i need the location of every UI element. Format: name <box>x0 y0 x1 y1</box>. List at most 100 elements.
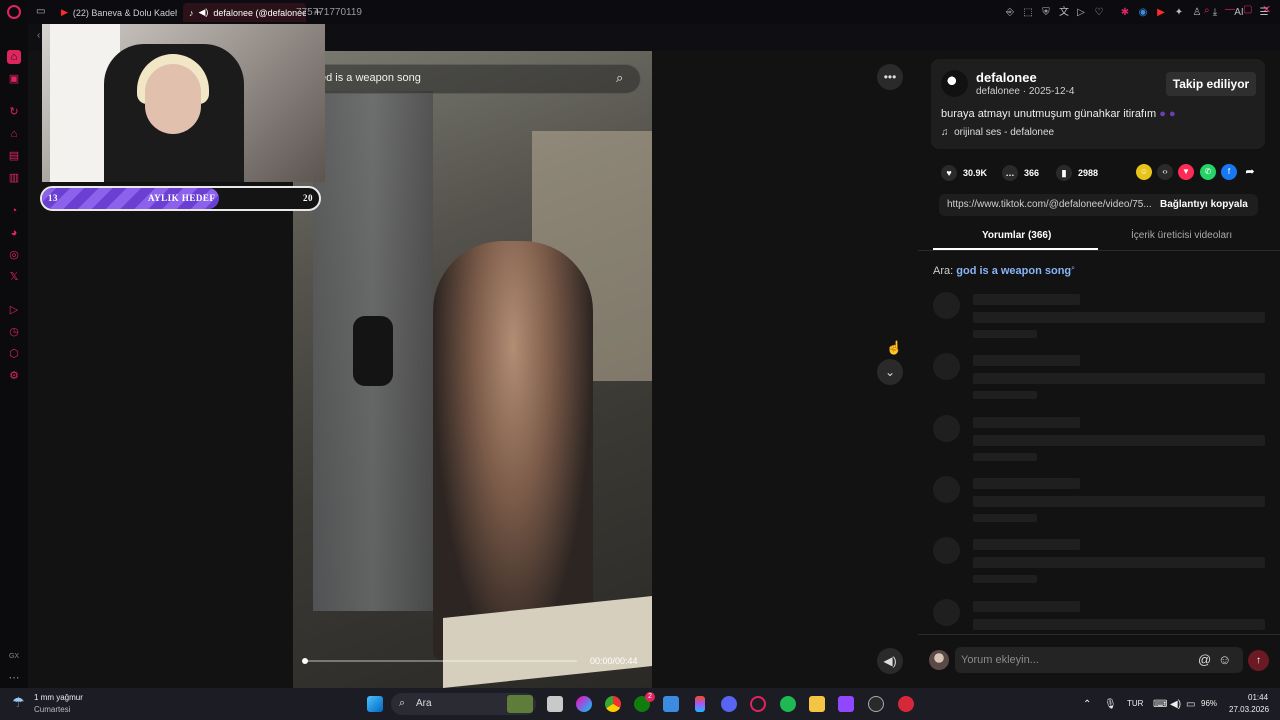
youtube-ext-icon[interactable]: ▶ <box>1154 6 1168 20</box>
tab-youtube[interactable]: ▶ (22) Baneva & Dolu Kadeh <box>55 3 177 22</box>
back-icon[interactable]: ‹ <box>37 30 40 41</box>
caption-text: buraya atmayı unutmuşum günahkar itirafı… <box>941 108 1157 120</box>
video-link[interactable]: https://www.tiktok.com/@defalonee/video/… <box>947 199 1153 210</box>
steam-like-icon[interactable] <box>868 696 884 712</box>
bookmark-icon[interactable]: ⎆ <box>1003 6 1017 20</box>
microphone-icon[interactable]: 🎙 <box>1104 699 1117 710</box>
skeleton-avatar <box>933 599 960 626</box>
clock-time[interactable]: 01:44 <box>1248 693 1268 702</box>
discord-icon[interactable] <box>721 696 737 712</box>
like-stat[interactable]: ♥ 30.9K <box>941 165 987 181</box>
x-icon[interactable]: 𝕏 <box>7 270 21 284</box>
follow-button[interactable]: Takip ediliyor <box>1166 72 1256 96</box>
home-icon[interactable]: ⌂ <box>7 50 21 64</box>
progress-handle[interactable] <box>302 658 308 664</box>
whatsapp-icon[interactable]: ◕ <box>7 226 21 240</box>
cube-icon[interactable]: ⬡ <box>7 347 21 361</box>
send-icon[interactable]: ▷ <box>1074 6 1088 20</box>
notes-icon[interactable]: ▥ <box>7 171 21 185</box>
send-share-icon[interactable]: ▼ <box>1178 164 1194 180</box>
emoji-icon[interactable]: ☺ <box>1218 652 1231 667</box>
heart-icon[interactable]: ♡ <box>1092 6 1106 20</box>
author-name[interactable]: defalonee <box>976 70 1037 85</box>
network-icon[interactable]: ⌨ <box>1153 699 1167 710</box>
send-comment-button[interactable]: ↑ <box>1248 650 1269 671</box>
skeleton-avatar <box>933 476 960 503</box>
messenger-icon[interactable]: ◔ <box>7 204 21 218</box>
ai-icon[interactable]: AI <box>1228 6 1250 20</box>
layers-icon[interactable]: ▤ <box>7 149 21 163</box>
tab-tiktok[interactable]: ♪ ◀) defalonee (@defalonee <box>183 3 306 22</box>
menu-icon[interactable]: ☰ <box>1257 6 1271 20</box>
weather-temp[interactable]: 1 mm yağmur <box>34 693 83 702</box>
facebook-share-icon[interactable]: f <box>1221 164 1237 180</box>
author-avatar[interactable] <box>941 70 968 97</box>
comment-search-hint[interactable]: Ara: god is a weapon song⌕ <box>933 265 1075 277</box>
window-icon[interactable]: ▣ <box>7 72 21 86</box>
embed-share-icon[interactable]: ‹› <box>1157 164 1173 180</box>
more-options-button[interactable]: ••• <box>877 64 903 90</box>
tab-overview-icon[interactable]: ▭ <box>36 6 45 17</box>
volume-button[interactable]: ◀) <box>877 648 903 674</box>
task-view-icon[interactable] <box>547 696 563 712</box>
video-progress-bar[interactable] <box>305 660 577 662</box>
settings-icon[interactable]: ⚙ <box>7 369 21 383</box>
windows-start-icon[interactable] <box>367 696 383 712</box>
friends-share-icon[interactable]: ☺ <box>1136 164 1152 180</box>
download-icon[interactable]: ⤓ <box>1208 6 1222 20</box>
skeleton-line <box>973 453 1037 461</box>
account-icon[interactable]: ♙ <box>1190 6 1204 20</box>
opera-sidebar-logo-icon[interactable] <box>7 5 21 19</box>
skeleton-line <box>973 557 1265 568</box>
red-app-icon[interactable] <box>898 696 914 712</box>
obs-like-icon[interactable] <box>838 696 854 712</box>
tab-comments[interactable]: Yorumlar (366) <box>982 230 1051 241</box>
figma-icon[interactable] <box>695 696 705 712</box>
store-icon[interactable] <box>663 696 679 712</box>
language-indicator[interactable]: TUR <box>1127 699 1143 708</box>
bag-icon[interactable]: ⌂ <box>7 127 21 141</box>
search-icon[interactable]: ⌕ <box>616 70 623 86</box>
tray-expand-icon[interactable]: ⌃ <box>1083 699 1091 710</box>
extension-blue-icon[interactable]: ◉ <box>1136 6 1150 20</box>
whatsapp-share-icon[interactable]: ✆ <box>1200 164 1216 180</box>
extension-red-icon[interactable]: ✱ <box>1118 6 1132 20</box>
history-icon[interactable]: ◷ <box>7 325 21 339</box>
sound-name: orijinal ses - defalonee <box>954 127 1055 138</box>
gx-label: GX <box>8 653 20 660</box>
video-player[interactable] <box>293 51 652 688</box>
clock-date[interactable]: 27.03.2026 <box>1229 705 1269 714</box>
copy-link-button[interactable]: Bağlantıyı kopyala <box>1160 199 1248 210</box>
copilot-icon[interactable] <box>576 696 592 712</box>
shield-icon[interactable]: ⛨ <box>1039 6 1053 20</box>
search-query[interactable]: god is a weapon song <box>956 265 1071 277</box>
chrome-like-icon[interactable] <box>605 696 621 712</box>
refresh-icon[interactable]: ↻ <box>7 105 21 119</box>
opera-gx-icon[interactable] <box>750 696 766 712</box>
battery-percent: 96% <box>1201 699 1218 708</box>
more-icon[interactable]: ⋯ <box>7 671 21 685</box>
user-avatar[interactable] <box>929 650 949 670</box>
comment-stat[interactable]: … 366 <box>1002 165 1039 181</box>
url-field[interactable]: 775771770119 <box>296 7 362 18</box>
file-explorer-icon[interactable] <box>809 696 825 712</box>
save-stat[interactable]: ▮ 2988 <box>1056 165 1098 181</box>
puzzle-icon[interactable]: ✦ <box>1172 6 1186 20</box>
spotify-icon[interactable] <box>780 696 796 712</box>
tab-creator-videos[interactable]: İçerik üreticisi videoları <box>1131 230 1232 241</box>
screenshot-icon[interactable]: ⬚ <box>1021 6 1035 20</box>
volume-tray-icon[interactable]: ◀) <box>1170 699 1181 710</box>
battery-icon[interactable]: ▭ <box>1186 699 1195 710</box>
mention-icon[interactable]: @ <box>1198 652 1211 667</box>
translate-icon[interactable]: 文 <box>1057 6 1071 20</box>
search-small-icon: ⌕ <box>1071 265 1076 272</box>
weather-icon[interactable]: ☂ <box>12 694 25 711</box>
skeleton-line <box>973 373 1265 384</box>
video-search-text[interactable]: ed is a weapon song <box>320 72 421 84</box>
sound-row[interactable]: ♫ orijinal ses - defalonee <box>941 127 1054 138</box>
instagram-icon[interactable]: ◎ <box>7 248 21 262</box>
next-video-button[interactable]: ⌄ <box>877 359 903 385</box>
play-icon[interactable]: ▷ <box>7 303 21 317</box>
more-share-icon[interactable]: ➦ <box>1242 164 1258 180</box>
skeleton-line <box>973 619 1265 630</box>
